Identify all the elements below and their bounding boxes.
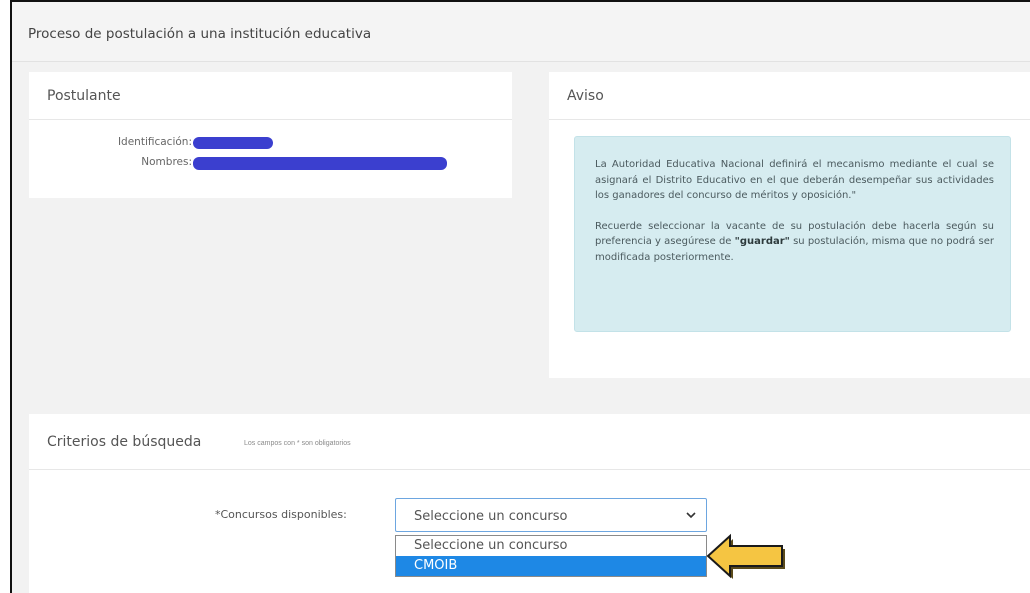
identificacion-label: Identificación: bbox=[117, 136, 192, 148]
criterios-panel-header: Criterios de búsqueda Los campos con * s… bbox=[29, 414, 1030, 470]
dropdown-option-seleccione[interactable]: Seleccione un concurso bbox=[396, 536, 706, 556]
concursos-select-value: Seleccione un concurso bbox=[414, 509, 568, 524]
aviso-notice-box: La Autoridad Educativa Nacional definirá… bbox=[574, 136, 1011, 332]
aviso-panel-header: Aviso bbox=[549, 72, 1030, 120]
concursos-label: *Concursos disponibles: bbox=[215, 508, 347, 521]
aviso-paragraph-1: La Autoridad Educativa Nacional definirá… bbox=[595, 159, 994, 201]
concursos-select[interactable]: Seleccione un concurso bbox=[395, 498, 707, 532]
page-title: Proceso de postulación a una institución… bbox=[28, 26, 372, 42]
aviso-panel-title: Aviso bbox=[567, 88, 604, 104]
page-header: Proceso de postulación a una institución… bbox=[12, 2, 1030, 62]
chevron-down-icon bbox=[686, 512, 696, 519]
nombres-label: Nombres: bbox=[141, 156, 192, 168]
aviso-paragraph-2: Recuerde seleccionar la vacante de su po… bbox=[595, 219, 994, 266]
aviso-panel: Aviso La Autoridad Educativa Nacional de… bbox=[549, 72, 1030, 378]
postulante-panel: Postulante Identificación: Nombres: bbox=[29, 72, 512, 198]
postulante-panel-header: Postulante bbox=[29, 72, 512, 120]
concursos-dropdown-list: Seleccione un concurso CMOIB bbox=[395, 535, 707, 577]
postulante-panel-title: Postulante bbox=[47, 88, 121, 104]
criterios-panel: Criterios de búsqueda Los campos con * s… bbox=[29, 414, 1030, 593]
identificacion-redacted-value bbox=[193, 137, 273, 149]
arrow-left-icon bbox=[706, 533, 785, 579]
app-frame: Proceso de postulación a una institución… bbox=[10, 0, 1030, 593]
dropdown-option-cmoib[interactable]: CMOIB bbox=[396, 556, 706, 576]
aviso-guardar-emphasis: "guardar" bbox=[734, 236, 790, 247]
required-fields-note: Los campos con * son obligatorios bbox=[244, 440, 351, 447]
nombres-redacted-value bbox=[193, 157, 447, 170]
criterios-panel-title: Criterios de búsqueda bbox=[47, 434, 202, 450]
